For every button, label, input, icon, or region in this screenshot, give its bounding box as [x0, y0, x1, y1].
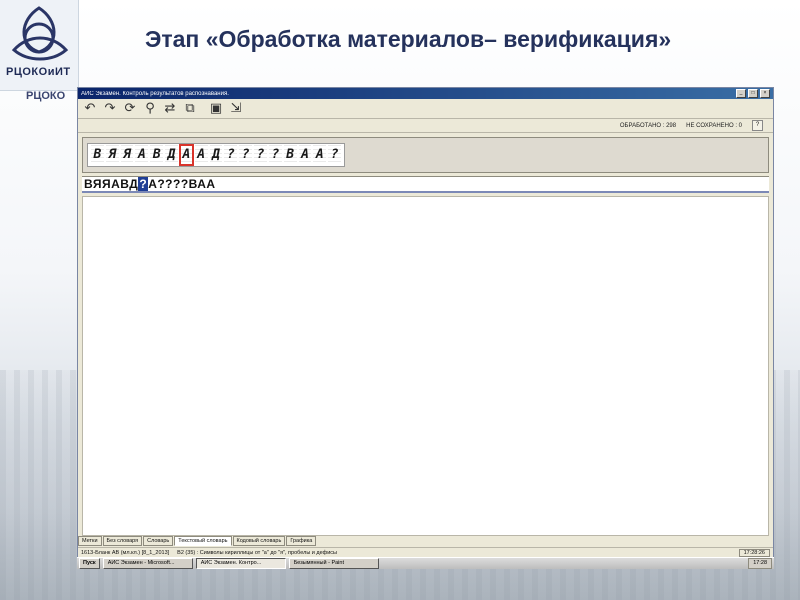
scan-glyph[interactable]: В — [150, 145, 164, 165]
scan-glyph[interactable]: ? — [268, 145, 282, 165]
taskbar-item[interactable]: Безымянный - Paint — [288, 558, 379, 569]
save-icon[interactable]: ▣ — [208, 101, 224, 117]
slide-title: Этап «Обработка материалов– верификация» — [145, 26, 672, 52]
logo: РЦОКОиИТ — [0, 0, 79, 91]
tray-clock: 17:28 — [748, 558, 772, 569]
taskbar-item[interactable]: АИС Экзамен - Microsoft... — [102, 558, 193, 569]
scan-glyph[interactable]: А — [135, 145, 149, 165]
logo-text-repeat: РЦОКО — [26, 90, 66, 102]
app-window: АИС Экзамен. Контроль результатов распоз… — [77, 87, 774, 569]
scan-glyph[interactable]: А — [313, 145, 327, 165]
recognized-text-before: ВЯЯАВД — [84, 177, 139, 191]
taskbar: Пуск АИС Экзамен - Microsoft... АИС Экза… — [77, 557, 774, 569]
scan-glyph-selected[interactable]: А — [178, 144, 194, 166]
processed-count: ОБРАБОТАНО : 298 — [619, 122, 677, 129]
recognized-text-after: А????ВАА — [148, 177, 216, 191]
status-time: 17:28:26 — [738, 548, 770, 557]
recognized-text-field[interactable]: ВЯЯАВД ? А????ВАА — [82, 176, 769, 193]
field-info: В2 (35) : Символы кириллицы от "а" до "я… — [177, 549, 337, 556]
toolbar: ↶ ↷ ⟳ ⚲ ⇄ ⧉ ▣ ⇲ — [78, 99, 773, 119]
tab-graphics[interactable]: Графика — [286, 536, 317, 546]
window-titlebar[interactable]: АИС Экзамен. Контроль результатов распоз… — [78, 88, 773, 99]
start-button[interactable]: Пуск — [79, 558, 100, 569]
export-icon[interactable]: ⇲ — [228, 101, 244, 117]
form-info: 1613-Бланк АВ (мл.кл.) [8_1_2013] — [81, 549, 170, 556]
tab-code-dictionary[interactable]: Кодовый словарь — [232, 536, 286, 546]
work-area — [82, 196, 769, 536]
scan-glyph[interactable]: ? — [254, 145, 267, 165]
scan-glyph[interactable]: А — [194, 145, 208, 165]
taskbar-item-active[interactable]: АИС Экзамен. Контро... — [195, 558, 286, 569]
maximize-button[interactable]: □ — [748, 89, 758, 98]
scan-glyph[interactable]: А — [298, 145, 312, 165]
copy-icon[interactable]: ⧉ — [182, 101, 198, 117]
tab-labels[interactable]: Метки — [78, 536, 102, 546]
logo-text: РЦОКОиИТ — [6, 66, 71, 78]
redo-icon[interactable]: ↷ — [102, 101, 118, 117]
scanned-field-image[interactable]: В Я Я А В Д А А Д???? В А А? — [87, 143, 345, 167]
app-status-bar: 1613-Бланк АВ (мл.кл.) [8_1_2013] В2 (35… — [78, 547, 773, 557]
window-controls: _ □ × — [736, 89, 770, 98]
scan-glyph[interactable]: В — [283, 145, 297, 165]
undo-icon[interactable]: ↶ — [82, 101, 98, 117]
scan-glyph[interactable]: Я — [120, 145, 134, 165]
rotate-icon[interactable]: ⟳ — [122, 101, 138, 117]
scan-glyph[interactable]: В — [91, 145, 104, 165]
triquetra-logo-icon — [11, 6, 69, 61]
unsaved-count: НЕ СОХРАНЕНО : 0 — [686, 122, 742, 129]
dictionary-tabs: Метки Без словаря Словарь Текстовый слов… — [78, 536, 317, 546]
tab-text-dictionary[interactable]: Текстовый словарь — [174, 536, 232, 546]
scan-glyph[interactable]: ? — [328, 145, 342, 165]
close-button[interactable]: × — [760, 89, 770, 98]
minimize-button[interactable]: _ — [736, 89, 746, 98]
scan-glyph[interactable]: Д — [165, 145, 178, 165]
scan-glyph[interactable]: ? — [224, 145, 238, 165]
current-character[interactable]: ? — [138, 177, 149, 191]
scan-glyph[interactable]: ? — [239, 145, 253, 165]
scan-glyph[interactable]: Д — [209, 145, 223, 165]
tab-dictionary[interactable]: Словарь — [143, 536, 174, 546]
scan-image-panel: В Я Я А В Д А А Д???? В А А? — [82, 137, 769, 173]
tab-no-dictionary[interactable]: Без словаря — [102, 536, 143, 546]
window-title: АИС Экзамен. Контроль результатов распоз… — [81, 90, 229, 97]
processing-status: ОБРАБОТАНО : 298 НЕ СОХРАНЕНО : 0 ? — [78, 119, 773, 133]
help-button[interactable]: ? — [752, 120, 763, 131]
scan-glyph[interactable]: Я — [105, 145, 119, 165]
move-icon[interactable]: ⇄ — [162, 101, 178, 117]
zoom-icon[interactable]: ⚲ — [142, 101, 158, 117]
